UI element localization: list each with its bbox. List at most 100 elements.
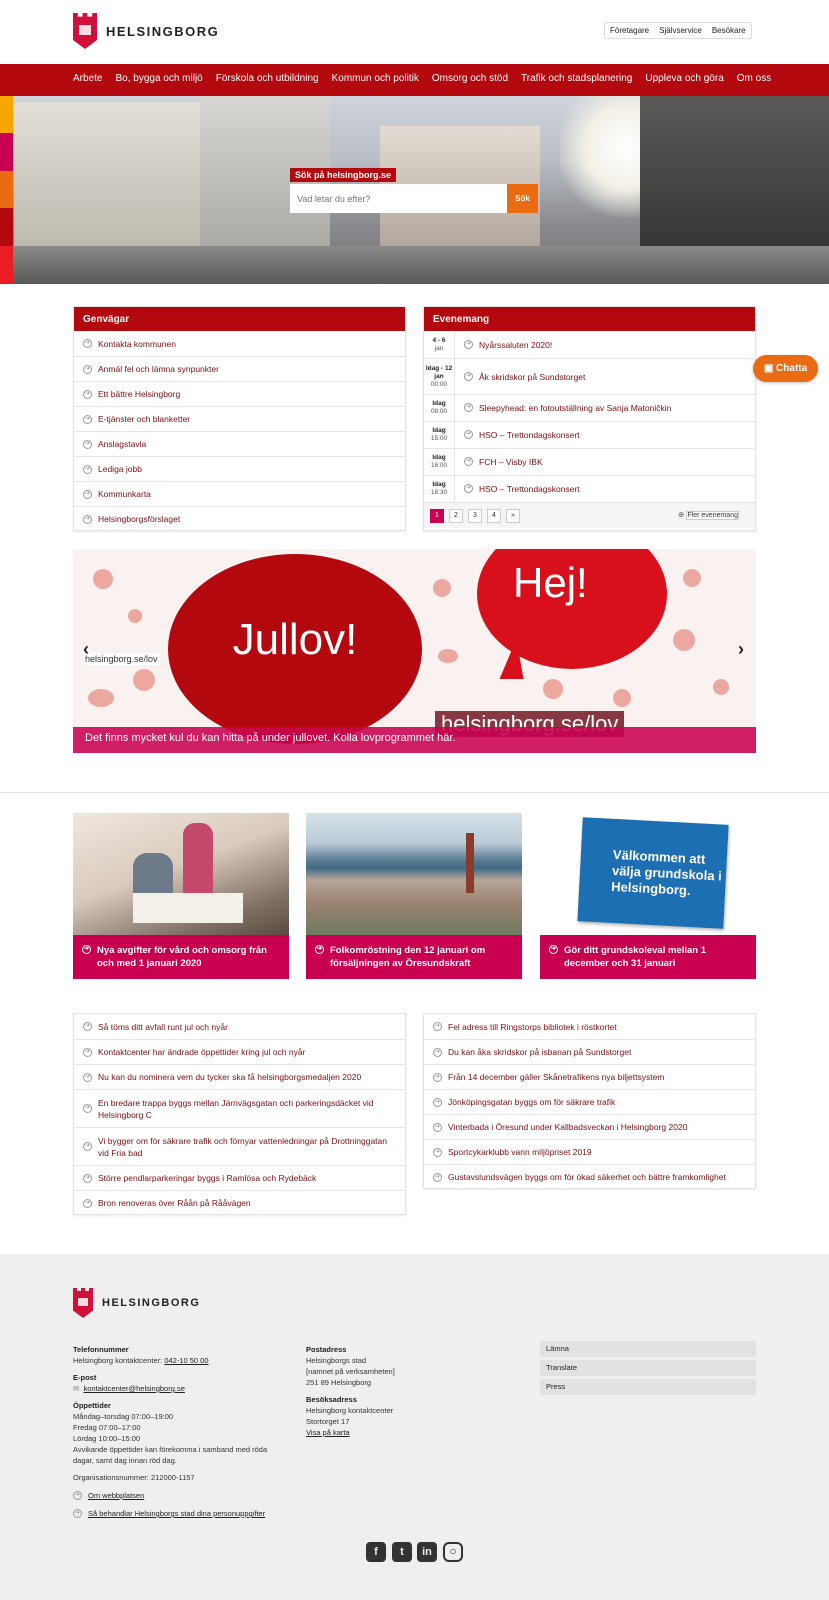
org-number: Organisationsnummer: 212000-1157 (73, 1473, 195, 1482)
shortcut-item[interactable]: ➔ Lediga jobb (74, 456, 405, 481)
event-date: Idag 16:00 (424, 449, 455, 475)
arrow-right-icon: ➔ (464, 339, 473, 349)
page-1-button[interactable]: 1 (430, 508, 444, 523)
phone-link[interactable]: 042-10 50 00 (164, 1356, 208, 1365)
event-row[interactable]: Idag 15:00 ➔ HSO – Trettondagskonsert (424, 421, 755, 448)
news-item[interactable]: ➔ Från 14 december gäller Skånetrafikens … (424, 1064, 755, 1089)
nav-item-trafik[interactable]: Trafik och stadsplanering (521, 73, 632, 84)
news-card[interactable]: ➔ Nya avgifter för vård och omsorg från o… (73, 813, 289, 979)
instagram-icon[interactable]: ○ (443, 1542, 463, 1562)
arrow-right-icon: ➔ (83, 414, 92, 424)
mail-icon: ✉ (73, 1384, 80, 1393)
chat-bubble-icon: ▣ (763, 363, 774, 374)
news-item[interactable]: ➔ Vi bygger om för säkrare trafik och för… (74, 1127, 405, 1165)
search-input[interactable] (290, 184, 507, 213)
map-link[interactable]: Visa på karta (306, 1428, 350, 1437)
shortcut-item[interactable]: ➔ Helsingborgsförslaget (74, 506, 405, 531)
carousel-caption[interactable]: Det finns mycket kul du kan hitta på und… (73, 727, 756, 753)
arrow-right-icon: ➔ (83, 489, 92, 499)
news-item[interactable]: ➔ Sportcykarklubb vann miljöpriset 2019 (424, 1139, 755, 1164)
carousel[interactable]: Jullov! Hej! helsingborg.se/lov helsingb… (73, 549, 756, 753)
arrow-right-icon: ➔ (83, 389, 92, 399)
news-item[interactable]: ➔ En bredare trappa byggs mellan Järnvägs… (74, 1089, 405, 1127)
email-link[interactable]: kontaktcenter@helsingborg.se (83, 1384, 184, 1393)
logo[interactable]: HELSINGBORG (73, 13, 219, 49)
page-2-button[interactable]: 2 (449, 508, 463, 523)
twitter-icon[interactable]: t (392, 1542, 412, 1562)
arrow-right-icon: ➔ (464, 403, 473, 412)
nav-item-arbete[interactable]: Arbete (73, 73, 102, 84)
arrow-right-icon: ➔ (83, 1173, 92, 1183)
footer-button-translate[interactable]: Translate (540, 1360, 756, 1376)
shortcut-item[interactable]: ➔ Kontakta kommunen (74, 331, 405, 356)
news-list-left: ➔ Så töms ditt avfall runt jul och nyår ➔… (73, 1013, 406, 1215)
shortcut-item[interactable]: ➔ Ett bättre Helsingborg (74, 381, 405, 406)
news-item[interactable]: ➔ Fel adress till Ringstorps bibliotek i … (424, 1014, 755, 1039)
news-item[interactable]: ➔ Så töms ditt avfall runt jul och nyår (74, 1014, 405, 1039)
linkedin-icon[interactable]: in (417, 1542, 437, 1562)
shortcut-item[interactable]: ➔ Anmäl fel och lämna synpunkter (74, 356, 405, 381)
event-date: Idag - 12 jan 00:00 (424, 359, 455, 394)
nav-item-om-oss[interactable]: Om oss (737, 73, 771, 84)
search-button[interactable]: Sök (507, 184, 538, 213)
nav-item-uppleva[interactable]: Uppleva och göra (645, 73, 723, 84)
news-item[interactable]: ➔ Nu kan du nominera vem du tycker ska få… (74, 1064, 405, 1089)
nav-item-bo-bygga[interactable]: Bo, bygga och miljö (115, 73, 202, 84)
facebook-icon[interactable]: f (366, 1542, 386, 1562)
news-item[interactable]: ➔ Större pendlarparkeringar byggs i Ramlö… (74, 1165, 405, 1190)
arrow-right-icon: ➔ (433, 1172, 442, 1182)
nav-item-omsorg[interactable]: Omsorg och stöd (432, 73, 508, 84)
about-site-link[interactable]: Om webbplatsen (88, 1491, 144, 1500)
news-item[interactable]: ➔ Bron renoveras över Råån på Rååvägen (74, 1190, 405, 1215)
news-item[interactable]: ➔ Gustavslundsvägen byggs om för ökad säk… (424, 1164, 755, 1189)
card-image-school: Välkommen att välja grundskola i Helsing… (540, 813, 756, 935)
arrow-right-icon: ➔ (83, 1198, 92, 1208)
event-row[interactable]: Idag 08:00 ➔ Sleepyhead: en fotoutställnin… (424, 394, 755, 421)
chevron-left-icon[interactable]: ‹ (83, 639, 89, 660)
chat-button[interactable]: ▣ Chatta (753, 355, 818, 382)
arrow-right-icon: ➔ (549, 945, 558, 954)
page-3-button[interactable]: 3 (468, 508, 482, 523)
arrow-right-icon: ➔ (433, 1022, 442, 1031)
event-date: Idag 15:00 (424, 422, 455, 448)
event-row[interactable]: 4 - 6 jan ➔ Nyårssaluten 2020! (424, 331, 755, 358)
card-image-text: Välkommen att välja grundskola i Helsing… (577, 817, 729, 929)
arrow-right-icon: ➔ (83, 514, 92, 524)
arrow-right-icon: ➔ (83, 339, 92, 348)
news-item[interactable]: ➔ Vinterbada i Öresund under Kallbadsveck… (424, 1114, 755, 1139)
arrow-right-icon: ➔ (73, 1509, 82, 1518)
footer-contact: Telefonnummer Helsingborg kontaktcenter:… (73, 1344, 283, 1519)
main-nav: Arbete Bo, bygga och miljö Förskola och … (0, 64, 829, 96)
shortcut-item[interactable]: ➔ E-tjänster och blanketter (74, 406, 405, 431)
news-item[interactable]: ➔ Du kan åka skridskor på isbanan på Sund… (424, 1039, 755, 1064)
nav-item-kommun[interactable]: Kommun och politik (332, 73, 419, 84)
privacy-link[interactable]: Så behandlar Helsingborgs stad dina pers… (88, 1509, 265, 1518)
footer-button-press[interactable]: Press (540, 1379, 756, 1395)
footer-button-lamna[interactable]: Lämna (540, 1341, 756, 1357)
event-row[interactable]: Idag - 12 jan 00:00 ➔ Åk skridskor på Sund… (424, 358, 755, 394)
arrow-right-icon: ➔ (464, 371, 473, 381)
news-card[interactable]: Välkommen att välja grundskola i Helsing… (540, 813, 756, 979)
news-item[interactable]: ➔ Jönköpingsgatan byggs om för säkrare tr… (424, 1089, 755, 1114)
shortcut-item[interactable]: ➔ Anslagstavla (74, 431, 405, 456)
more-events-link[interactable]: ⊕ Fler evenemang (678, 509, 744, 523)
next-page-button[interactable]: » (506, 508, 520, 523)
event-row[interactable]: Idag 16:00 ➔ FCH – Visby IBK (424, 448, 755, 475)
footer-logo[interactable]: HELSINGBORG (73, 1288, 200, 1318)
card-title: Nya avgifter för vård och omsorg från oc… (97, 945, 267, 969)
top-link-foretagare[interactable]: Företagare (605, 23, 654, 38)
event-row[interactable]: Idag 18:30 ➔ HSO – Trettondagskonsert (424, 475, 755, 502)
page-4-button[interactable]: 4 (487, 508, 501, 523)
section-divider (0, 792, 829, 793)
nav-item-forskola[interactable]: Förskola och utbildning (216, 73, 319, 84)
arrow-right-icon: ➔ (433, 1147, 442, 1157)
news-item[interactable]: ➔ Kontaktcenter har ändrade öppettider kr… (74, 1039, 405, 1064)
top-link-sjalvservice[interactable]: Självservice (654, 23, 707, 38)
news-card[interactable]: ➔ Folkomröstning den 12 januari om försäl… (306, 813, 522, 979)
top-link-besokare[interactable]: Besökare (707, 23, 751, 38)
arrow-right-icon: ➔ (82, 945, 91, 954)
events-box: Evenemang 4 - 6 jan ➔ Nyårssaluten 2020! I… (423, 306, 756, 531)
chevron-right-icon[interactable]: › (738, 639, 744, 660)
arrow-right-icon: ➔ (83, 439, 92, 449)
shortcut-item[interactable]: ➔ Kommunkarta (74, 481, 405, 506)
